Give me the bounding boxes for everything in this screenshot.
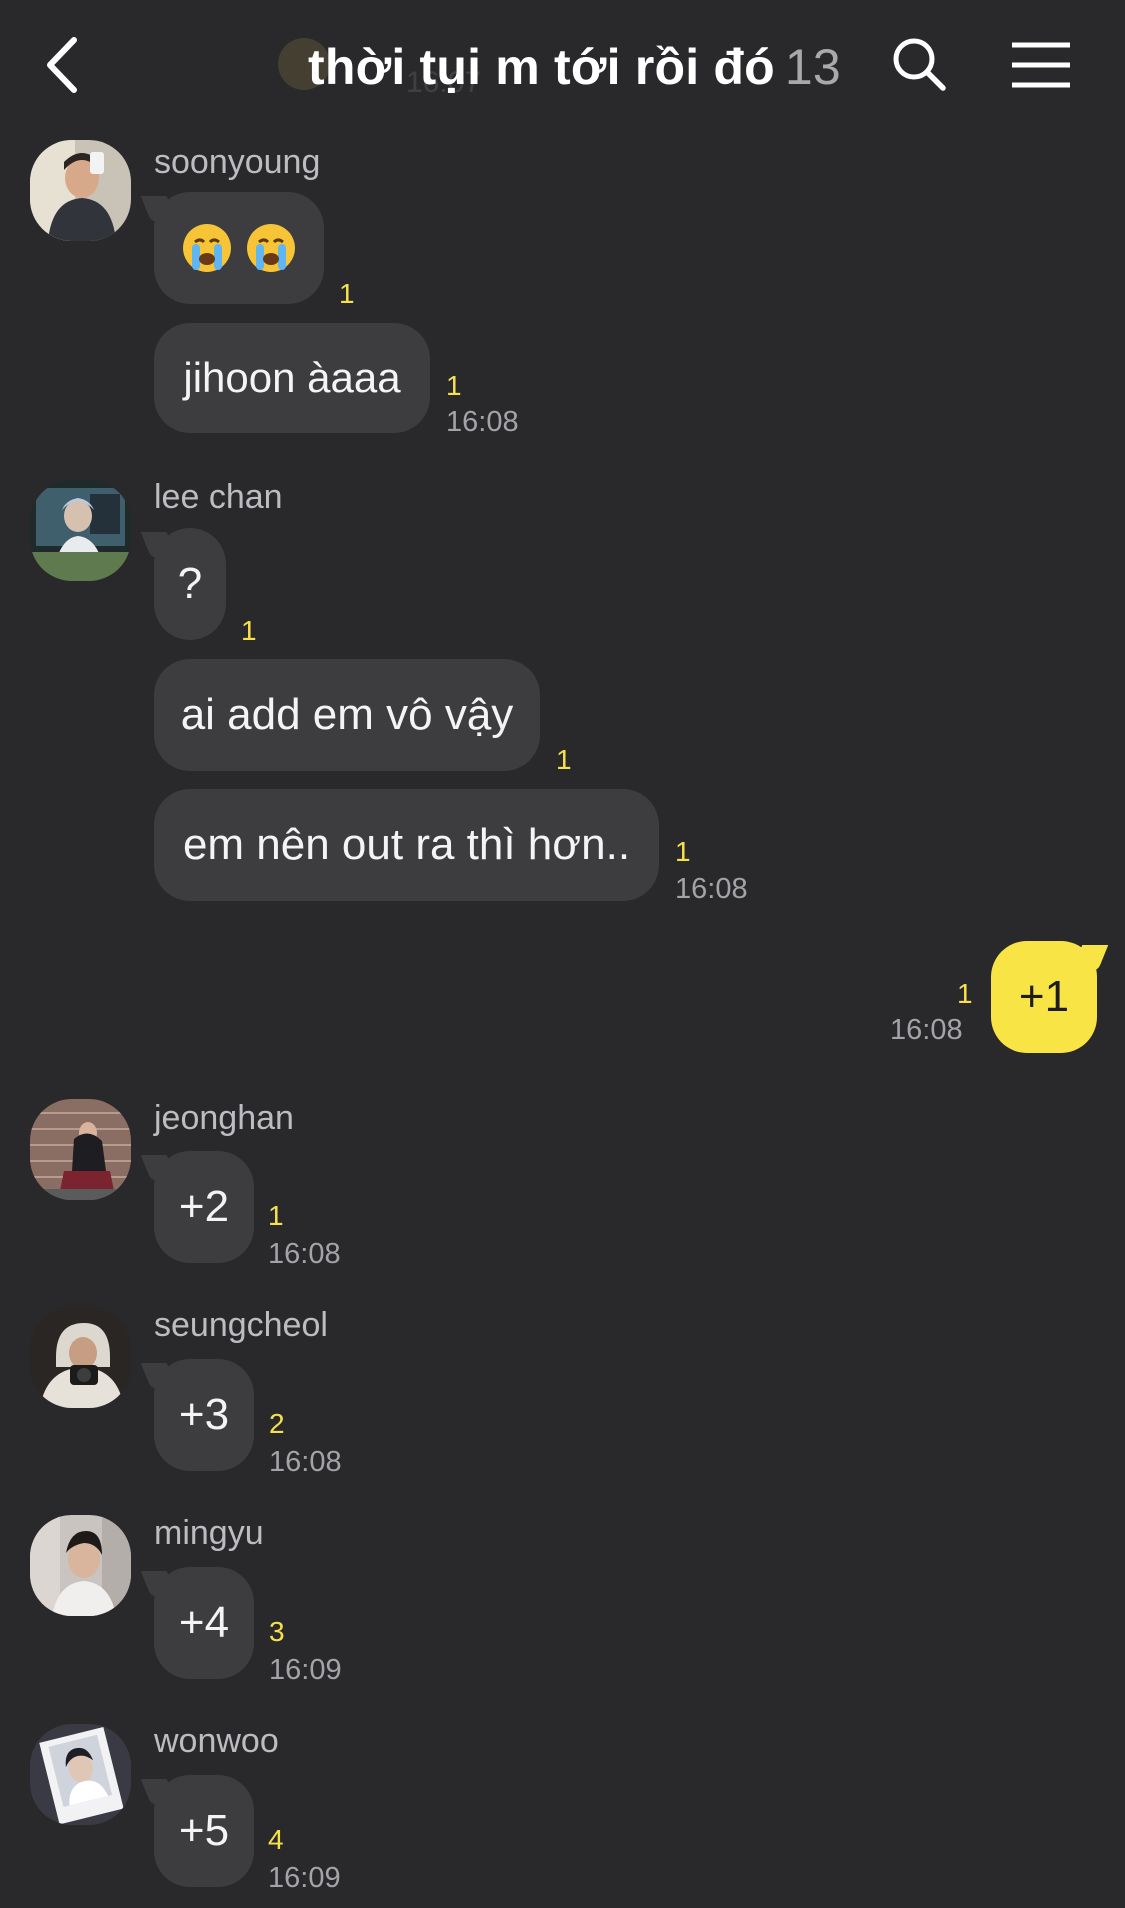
message-time: 16:08 xyxy=(890,1014,963,1046)
chevron-left-icon xyxy=(47,37,77,93)
chat-title: thời tụi m tới rồi đó 13 xyxy=(308,38,841,96)
message-bubble[interactable]: ai add em vô vậy xyxy=(154,659,540,771)
unread-count: 1 xyxy=(957,978,973,1009)
message-text: +1 xyxy=(1018,972,1070,1021)
message-time: 16:09 xyxy=(268,1862,341,1894)
profile-photo-icon xyxy=(30,1099,131,1200)
chat-header: 1 16:07 thời tụi m tới rồi đó 13 xyxy=(0,0,1125,130)
sender-name: soonyoung xyxy=(154,143,321,181)
member-count: 13 xyxy=(784,39,841,95)
message-text: +5 xyxy=(178,1806,230,1855)
message-bubble[interactable]: +3 xyxy=(154,1359,254,1471)
profile-photo-icon xyxy=(30,1307,131,1408)
avatar-seungcheol[interactable] xyxy=(30,1307,131,1408)
avatar-lee-chan[interactable] xyxy=(30,480,131,581)
message-bubble[interactable]: +4 xyxy=(154,1567,254,1679)
unread-count: 3 xyxy=(269,1616,285,1647)
my-message-bubble[interactable]: +1 xyxy=(991,941,1097,1053)
profile-photo-icon xyxy=(30,1515,131,1616)
unread-count: 4 xyxy=(268,1824,284,1855)
message-bubble[interactable]: ? xyxy=(154,528,226,640)
message-time: 16:08 xyxy=(268,1238,341,1270)
back-button[interactable] xyxy=(40,30,90,100)
message-text: +3 xyxy=(178,1390,230,1439)
crying-face-emoji-icon xyxy=(247,224,295,272)
unread-count: 1 xyxy=(268,1200,284,1231)
message-time: 16:08 xyxy=(269,1446,342,1478)
message-text: +2 xyxy=(178,1182,230,1231)
unread-count: 1 xyxy=(675,836,691,867)
search-icon xyxy=(893,38,946,91)
sender-name: wonwoo xyxy=(154,1722,279,1760)
message-text: ai add em vô vậy xyxy=(180,690,514,739)
profile-photo-icon xyxy=(30,1724,131,1825)
sender-name: lee chan xyxy=(154,478,283,516)
sender-name: mingyu xyxy=(154,1514,264,1552)
message-bubble[interactable]: em nên out ra thì hơn.. xyxy=(154,789,659,901)
message-text: ? xyxy=(177,559,203,608)
menu-button[interactable] xyxy=(1010,40,1072,90)
message-time: 16:09 xyxy=(269,1654,342,1686)
avatar-jeonghan[interactable] xyxy=(30,1099,131,1200)
avatar-soonyoung[interactable] xyxy=(30,140,131,241)
message-text: +4 xyxy=(178,1598,230,1647)
unread-count: 1 xyxy=(339,278,355,309)
sender-name: seungcheol xyxy=(154,1306,328,1344)
message-bubble[interactable]: +2 xyxy=(154,1151,254,1263)
profile-photo-icon xyxy=(30,480,131,581)
avatar-wonwoo[interactable] xyxy=(30,1724,131,1825)
unread-count: 1 xyxy=(556,744,572,775)
unread-count: 2 xyxy=(269,1408,285,1439)
search-button[interactable] xyxy=(890,35,948,93)
message-bubble[interactable]: 😭😭 xyxy=(154,192,324,304)
profile-photo-icon xyxy=(30,140,131,241)
message-bubble[interactable]: jihoon àaaa xyxy=(154,323,430,433)
message-text: em nên out ra thì hơn.. xyxy=(182,820,631,869)
unread-count: 1 xyxy=(241,615,257,646)
message-bubble[interactable]: +5 xyxy=(154,1775,254,1887)
message-time: 16:08 xyxy=(675,873,748,905)
chat-title-text: thời tụi m tới rồi đó xyxy=(308,39,775,95)
message-time: 16:08 xyxy=(446,406,519,438)
hamburger-menu-icon xyxy=(1012,42,1070,88)
crying-face-emoji-icon xyxy=(183,224,231,272)
unread-count: 1 xyxy=(446,370,462,401)
message-text: jihoon àaaa xyxy=(183,354,401,401)
sender-name: jeonghan xyxy=(154,1099,294,1137)
avatar-mingyu[interactable] xyxy=(30,1515,131,1616)
